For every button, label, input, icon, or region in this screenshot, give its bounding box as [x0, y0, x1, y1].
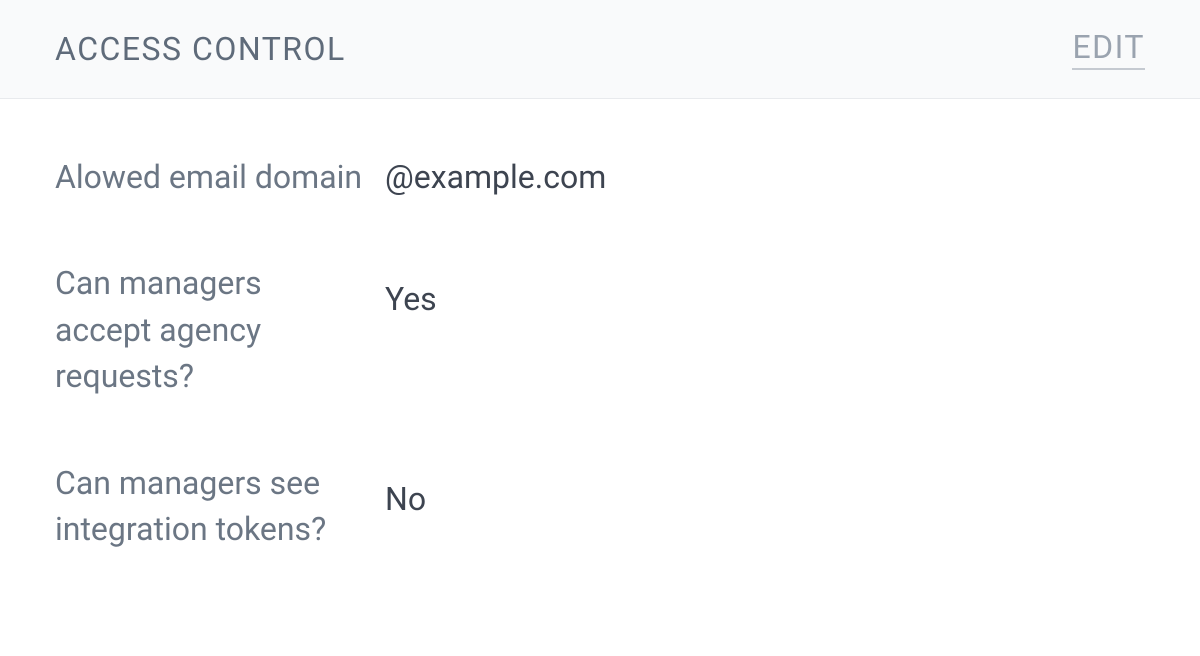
setting-value: Yes: [385, 260, 437, 322]
section-header: ACCESS CONTROL EDIT: [0, 0, 1200, 99]
setting-value: No: [385, 460, 426, 522]
settings-content: Alowed email domain @example.com Can man…: [0, 99, 1200, 652]
setting-label: Can managers accept agency requests?: [55, 260, 385, 399]
edit-button[interactable]: EDIT: [1072, 28, 1145, 70]
setting-row-email-domain: Alowed email domain @example.com: [55, 154, 1145, 200]
setting-value: @example.com: [385, 154, 606, 200]
setting-label: Alowed email domain: [55, 154, 385, 200]
setting-row-managers-tokens: Can managers see integration tokens? No: [55, 460, 1145, 553]
section-title: ACCESS CONTROL: [55, 30, 346, 68]
setting-label: Can managers see integration tokens?: [55, 460, 385, 553]
setting-row-managers-agency: Can managers accept agency requests? Yes: [55, 260, 1145, 399]
